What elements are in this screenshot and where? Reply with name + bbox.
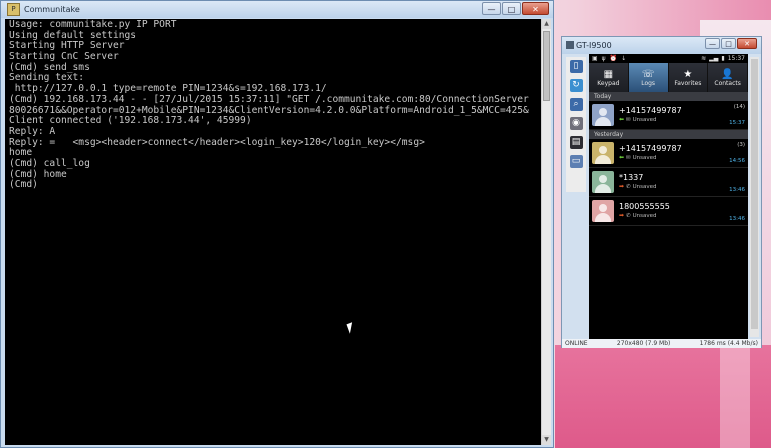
avatar — [592, 104, 614, 126]
scroll-up-icon[interactable]: ▲ — [542, 19, 551, 29]
tab-label: Logs — [641, 79, 656, 87]
incoming-arrow-icon: ⬅ — [619, 116, 625, 123]
log-time: 14:56 — [729, 158, 745, 164]
tab-logs[interactable]: ☏ Logs — [628, 63, 669, 92]
outgoing-arrow-icon: ➡ — [619, 183, 625, 190]
desktop-stripe — [720, 345, 750, 448]
console-window[interactable]: P Communitake — □ ✕ Usage: communitake.p… — [0, 0, 554, 448]
terminal-output[interactable]: Usage: communitake.py IP PORT Using defau… — [5, 19, 541, 445]
emulator-titlebar[interactable]: GT-I9500 — □ ✕ — [562, 37, 761, 54]
terminal-line: Reply: = <msg><header>connect</header><l… — [9, 136, 425, 148]
window-controls: — □ ✕ — [482, 2, 549, 15]
emulator-status-bar: ONLINE 270x480 (7.9 Mb) 1786 ms (4.4 Mb/… — [562, 339, 761, 348]
camera-icon[interactable]: ◉ — [569, 117, 583, 130]
terminal-scrollbar[interactable]: ▲ ▼ — [541, 19, 551, 445]
avatar — [592, 200, 614, 222]
phone-time: 15:37 — [727, 55, 745, 62]
keypad-icon: ▦ — [603, 68, 614, 80]
tab-label: Keypad — [597, 79, 620, 87]
log-number: +14157499787 — [619, 106, 682, 115]
call-log-list: Today +14157499787 ⬅ ✉ Unsaved (14) 15:37 Yeste… — [589, 92, 748, 226]
outgoing-arrow-icon: ➡ — [619, 212, 625, 219]
log-sub-label: Unsaved — [632, 117, 657, 123]
tab-label: Contacts — [714, 79, 741, 87]
close-button[interactable]: ✕ — [737, 38, 757, 49]
log-count: (14) — [733, 104, 745, 110]
section-header: Today — [589, 92, 748, 101]
log-number: 1800555555 — [619, 202, 670, 211]
connection-status: ONLINE — [565, 340, 588, 347]
list-item[interactable]: *1337 ➡ ✆ Unsaved 13:46 — [589, 168, 748, 197]
message-icon: ✉ — [626, 155, 631, 161]
avatar — [592, 142, 614, 164]
emulator-title: GT-I9500 — [576, 41, 612, 50]
log-sub-label: Unsaved — [632, 155, 657, 161]
logs-icon: ☏ — [641, 68, 655, 80]
download-icon: ↓ — [621, 55, 628, 62]
person-icon: 👤 — [721, 68, 734, 80]
console-titlebar[interactable]: P Communitake — □ ✕ — [1, 1, 553, 18]
maximize-button[interactable]: □ — [721, 38, 736, 49]
emulator-toolbar: ▯ ↻ ⌕ ◉ ▤ ▭ — [566, 57, 586, 192]
incoming-arrow-icon: ⬅ — [619, 154, 625, 161]
tab-favorites[interactable]: ★ Favorites — [669, 63, 709, 92]
terminal-line: Reply: A — [9, 125, 56, 137]
star-icon: ★ — [683, 68, 693, 80]
emulator-window[interactable]: GT-I9500 — □ ✕ ▯ ↻ ⌕ ◉ ▤ ▭ ▣ ψ ⏰ ↓ ≋ ▂▄ … — [561, 36, 762, 348]
terminal-line: (Cmd) — [9, 179, 38, 191]
log-count: (3) — [737, 142, 745, 148]
log-time: 13:46 — [729, 187, 745, 193]
phone-status-bar: ▣ ψ ⏰ ↓ ≋ ▂▄ ▮ 15:37 — [589, 54, 748, 63]
log-time: 15:37 — [729, 120, 745, 126]
log-number: +14157499787 — [619, 144, 682, 153]
wifi-icon: ≋ — [701, 55, 707, 62]
scrollbar-thumb[interactable] — [751, 59, 758, 329]
log-number: *1337 — [619, 173, 644, 182]
device-icon — [566, 41, 574, 49]
list-item[interactable]: +14157499787 ⬅ ✉ Unsaved (3) 14:56 — [589, 139, 748, 168]
python-icon: P — [7, 3, 20, 16]
minimize-button[interactable]: — — [705, 38, 720, 49]
scrollbar-thumb[interactable] — [543, 31, 550, 101]
close-button[interactable]: ✕ — [522, 2, 549, 15]
call-icon: ✆ — [626, 213, 631, 219]
tab-keypad[interactable]: ▦ Keypad — [589, 63, 629, 92]
resolution-info: 270x480 (7.9 Mb) — [616, 340, 671, 347]
document-icon[interactable]: ▭ — [569, 155, 583, 168]
list-item[interactable]: 1800555555 ➡ ✆ Unsaved 13:46 — [589, 197, 748, 226]
emulator-scrollbar[interactable] — [750, 57, 759, 337]
alarm-icon: ⏰ — [609, 55, 619, 62]
tab-contacts[interactable]: 👤 Contacts — [708, 63, 748, 92]
console-title: Communitake — [24, 5, 80, 14]
notification-icon: ▣ — [592, 55, 599, 62]
terminal-line: (Cmd) 192.168.173.44 - - [27/Jul/2015 15… — [9, 93, 529, 105]
terminal-line: Client connected ('192.168.173.44', 4599… — [9, 115, 252, 127]
terminal-line: (Cmd) call_log — [9, 157, 90, 169]
section-header: Yesterday — [589, 130, 748, 139]
phone-icon[interactable]: ▯ — [569, 60, 583, 73]
scroll-down-icon[interactable]: ▼ — [542, 435, 551, 445]
log-time: 13:46 — [729, 216, 745, 222]
film-icon[interactable]: ▤ — [569, 136, 583, 149]
list-item[interactable]: +14157499787 ⬅ ✉ Unsaved (14) 15:37 — [589, 101, 748, 130]
battery-icon: ▮ — [721, 55, 725, 62]
usb-icon: ψ — [601, 55, 607, 62]
phone-tabs: ▦ Keypad ☏ Logs ★ Favorites 👤 Contacts — [589, 63, 748, 92]
rotate-icon[interactable]: ↻ — [569, 79, 583, 92]
latency-info: 1786 ms (4.4 Mb/s) — [699, 340, 758, 347]
terminal-line: (Cmd) send_sms — [9, 61, 90, 73]
phone-screen[interactable]: ▣ ψ ⏰ ↓ ≋ ▂▄ ▮ 15:37 ▦ Keypad ☏ Logs ★ Favori… — [589, 54, 748, 339]
maximize-button[interactable]: □ — [502, 2, 521, 15]
log-sub-label: Unsaved — [632, 213, 657, 219]
emulator-window-controls: — □ ✕ — [705, 38, 757, 49]
log-sub-label: Unsaved — [632, 184, 657, 190]
avatar — [592, 171, 614, 193]
terminal-line: (Cmd) home — [9, 168, 67, 180]
minimize-button[interactable]: — — [482, 2, 501, 15]
zoom-icon[interactable]: ⌕ — [569, 98, 583, 111]
tab-label: Favorites — [674, 79, 702, 87]
message-icon: ✉ — [626, 117, 631, 123]
signal-icon: ▂▄ — [709, 55, 719, 62]
call-icon: ✆ — [626, 184, 631, 190]
